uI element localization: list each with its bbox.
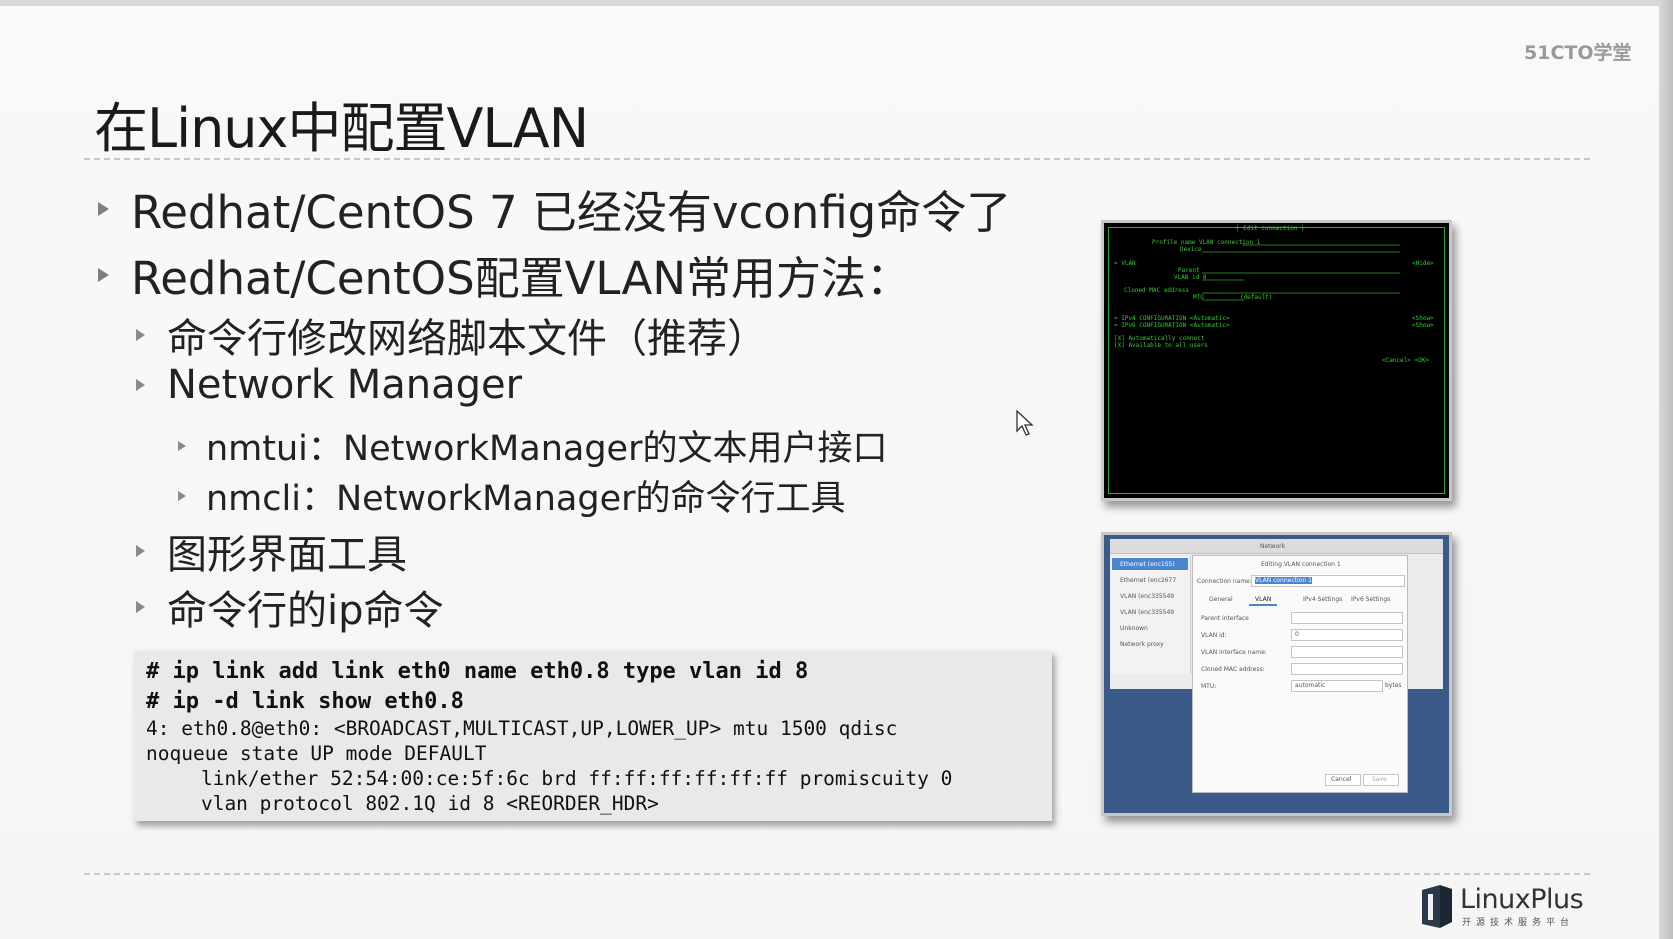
nmtui-field-lines [1202, 244, 1400, 301]
tab-ipv6[interactable]: IPv6 Settings [1351, 596, 1390, 603]
sidebar-item[interactable]: VLAN (enc335549 [1120, 593, 1174, 600]
bullet-text: 命令行修改网络脚本文件（推荐） [167, 316, 767, 362]
sidebar-item[interactable]: Network proxy [1120, 641, 1164, 648]
triangle-bullet-icon [136, 545, 145, 557]
bullet-item: Redhat/CentOS配置VLAN常用方法： [98, 242, 911, 307]
bullet-text: 命令行的ip命令 [167, 588, 444, 634]
triangle-bullet-icon [98, 267, 109, 282]
linuxplus-logo-icon [1422, 885, 1452, 928]
sidebar-item[interactable]: Unknown [1120, 625, 1148, 632]
sub-sub-bullet-item: nmtui：NetworkManager的文本用户接口 [178, 420, 887, 471]
code-output: vlan protocol 802.1Q id 8 <REORDER_HDR> [154, 792, 659, 815]
cancel-label: Cancel [1331, 776, 1352, 783]
bullet-item: Redhat/CentOS 7 已经没有vconfig命令了 [98, 176, 1011, 241]
slide: 51CTO学堂 在Linux中配置VLAN Redhat/CentOS 7 已经… [0, 0, 1673, 939]
mtu-unit: bytes [1385, 682, 1402, 689]
field-label: Cloned MAC address: [1201, 666, 1265, 673]
logo-tagline: 开源技术服务平台 [1462, 918, 1575, 928]
code-command: # ip link add link eth0 name eth0.8 type… [146, 659, 809, 684]
sidebar-item[interactable]: Ethernet (enc1S5) [1120, 561, 1175, 568]
cloned-mac-input[interactable] [1291, 663, 1403, 675]
sub-bullet-item: Network Manager [136, 362, 522, 408]
vlan-id-input[interactable] [1291, 629, 1403, 641]
triangle-bullet-icon [178, 490, 186, 501]
bullet-text: Redhat/CentOS 7 已经没有vconfig命令了 [131, 186, 1012, 239]
bullet-text: nmcli：NetworkManager的命令行工具 [206, 479, 846, 519]
tab-ipv4[interactable]: IPv4 Settings [1303, 596, 1342, 603]
vlan-dialog: Editing VLAN connection 1 Connection nam… [1192, 555, 1408, 793]
mtu-value: automatic [1295, 682, 1326, 689]
connection-name-value: VLAN connection 1 [1255, 577, 1312, 584]
bullet-text: nmtui：NetworkManager的文本用户接口 [206, 429, 888, 469]
bullet-text: Network Manager [167, 362, 523, 408]
code-output: 4: eth0.8@eth0: <BROADCAST,MULTICAST,UP,… [146, 717, 898, 740]
tab-general[interactable]: General [1209, 596, 1233, 603]
sidebar-item[interactable]: Ethernet (enc2677 [1120, 577, 1176, 584]
dialog-title: Editing VLAN connection 1 [1261, 561, 1341, 568]
logo-text: LinuxPlus [1460, 884, 1584, 915]
bullet-text: Redhat/CentOS配置VLAN常用方法： [131, 252, 911, 305]
window-title: Network [1260, 543, 1286, 550]
field-label: Parent interface [1201, 615, 1249, 622]
code-output: noqueue state UP mode DEFAULT [146, 742, 487, 765]
tab-vlan[interactable]: VLAN [1255, 596, 1271, 603]
footer-divider [84, 873, 1590, 875]
network-sidebar: Ethernet (enc1S5) Ethernet (enc2677 VLAN… [1110, 556, 1191, 674]
triangle-bullet-icon [178, 440, 186, 451]
sub-bullet-item: 图形界面工具 [136, 522, 407, 580]
brand-watermark: 51CTO学堂 [1524, 42, 1632, 64]
field-label: VLAN interface name: [1201, 649, 1267, 656]
slide-title: 在Linux中配置VLAN [94, 97, 589, 160]
triangle-bullet-icon [136, 379, 145, 391]
title-divider [84, 158, 1590, 160]
field-label: VLAN id: [1201, 632, 1227, 639]
sub-sub-bullet-item: nmcli：NetworkManager的命令行工具 [178, 470, 846, 521]
top-edge [0, 0, 1673, 6]
sub-bullet-item: 命令行修改网络脚本文件（推荐） [136, 306, 767, 364]
connection-name-label: Connection name: [1197, 578, 1252, 585]
field-label: MTU: [1201, 683, 1217, 690]
nmtui-screenshot: ┤ Edit connection ├ Profile name VLAN co… [1101, 220, 1452, 501]
code-output: link/ether 52:54:00:ce:5f:6c brd ff:ff:f… [154, 767, 953, 790]
save-label: Save [1372, 776, 1387, 783]
sidebar-item[interactable]: VLAN (enc335549 [1120, 609, 1174, 616]
triangle-bullet-icon [136, 329, 145, 341]
triangle-bullet-icon [98, 201, 109, 216]
code-command: # ip -d link show eth0.8 [146, 689, 464, 714]
parent-interface-select[interactable] [1291, 612, 1403, 624]
triangle-bullet-icon [136, 601, 145, 613]
vlan-id-value: 0 [1295, 631, 1299, 638]
bullet-text: 图形界面工具 [167, 532, 407, 578]
vlan-interface-name-input[interactable] [1291, 646, 1403, 658]
nm-gui-screenshot: Network Ethernet (enc1S5) Ethernet (enc2… [1101, 532, 1452, 816]
sub-bullet-item: 命令行的ip命令 [136, 578, 444, 636]
mouse-pointer-icon [1016, 410, 1034, 436]
right-edge [1659, 0, 1673, 939]
tab-underline [1249, 604, 1277, 606]
code-block: # ip link add link eth0 name eth0.8 type… [134, 650, 1052, 821]
